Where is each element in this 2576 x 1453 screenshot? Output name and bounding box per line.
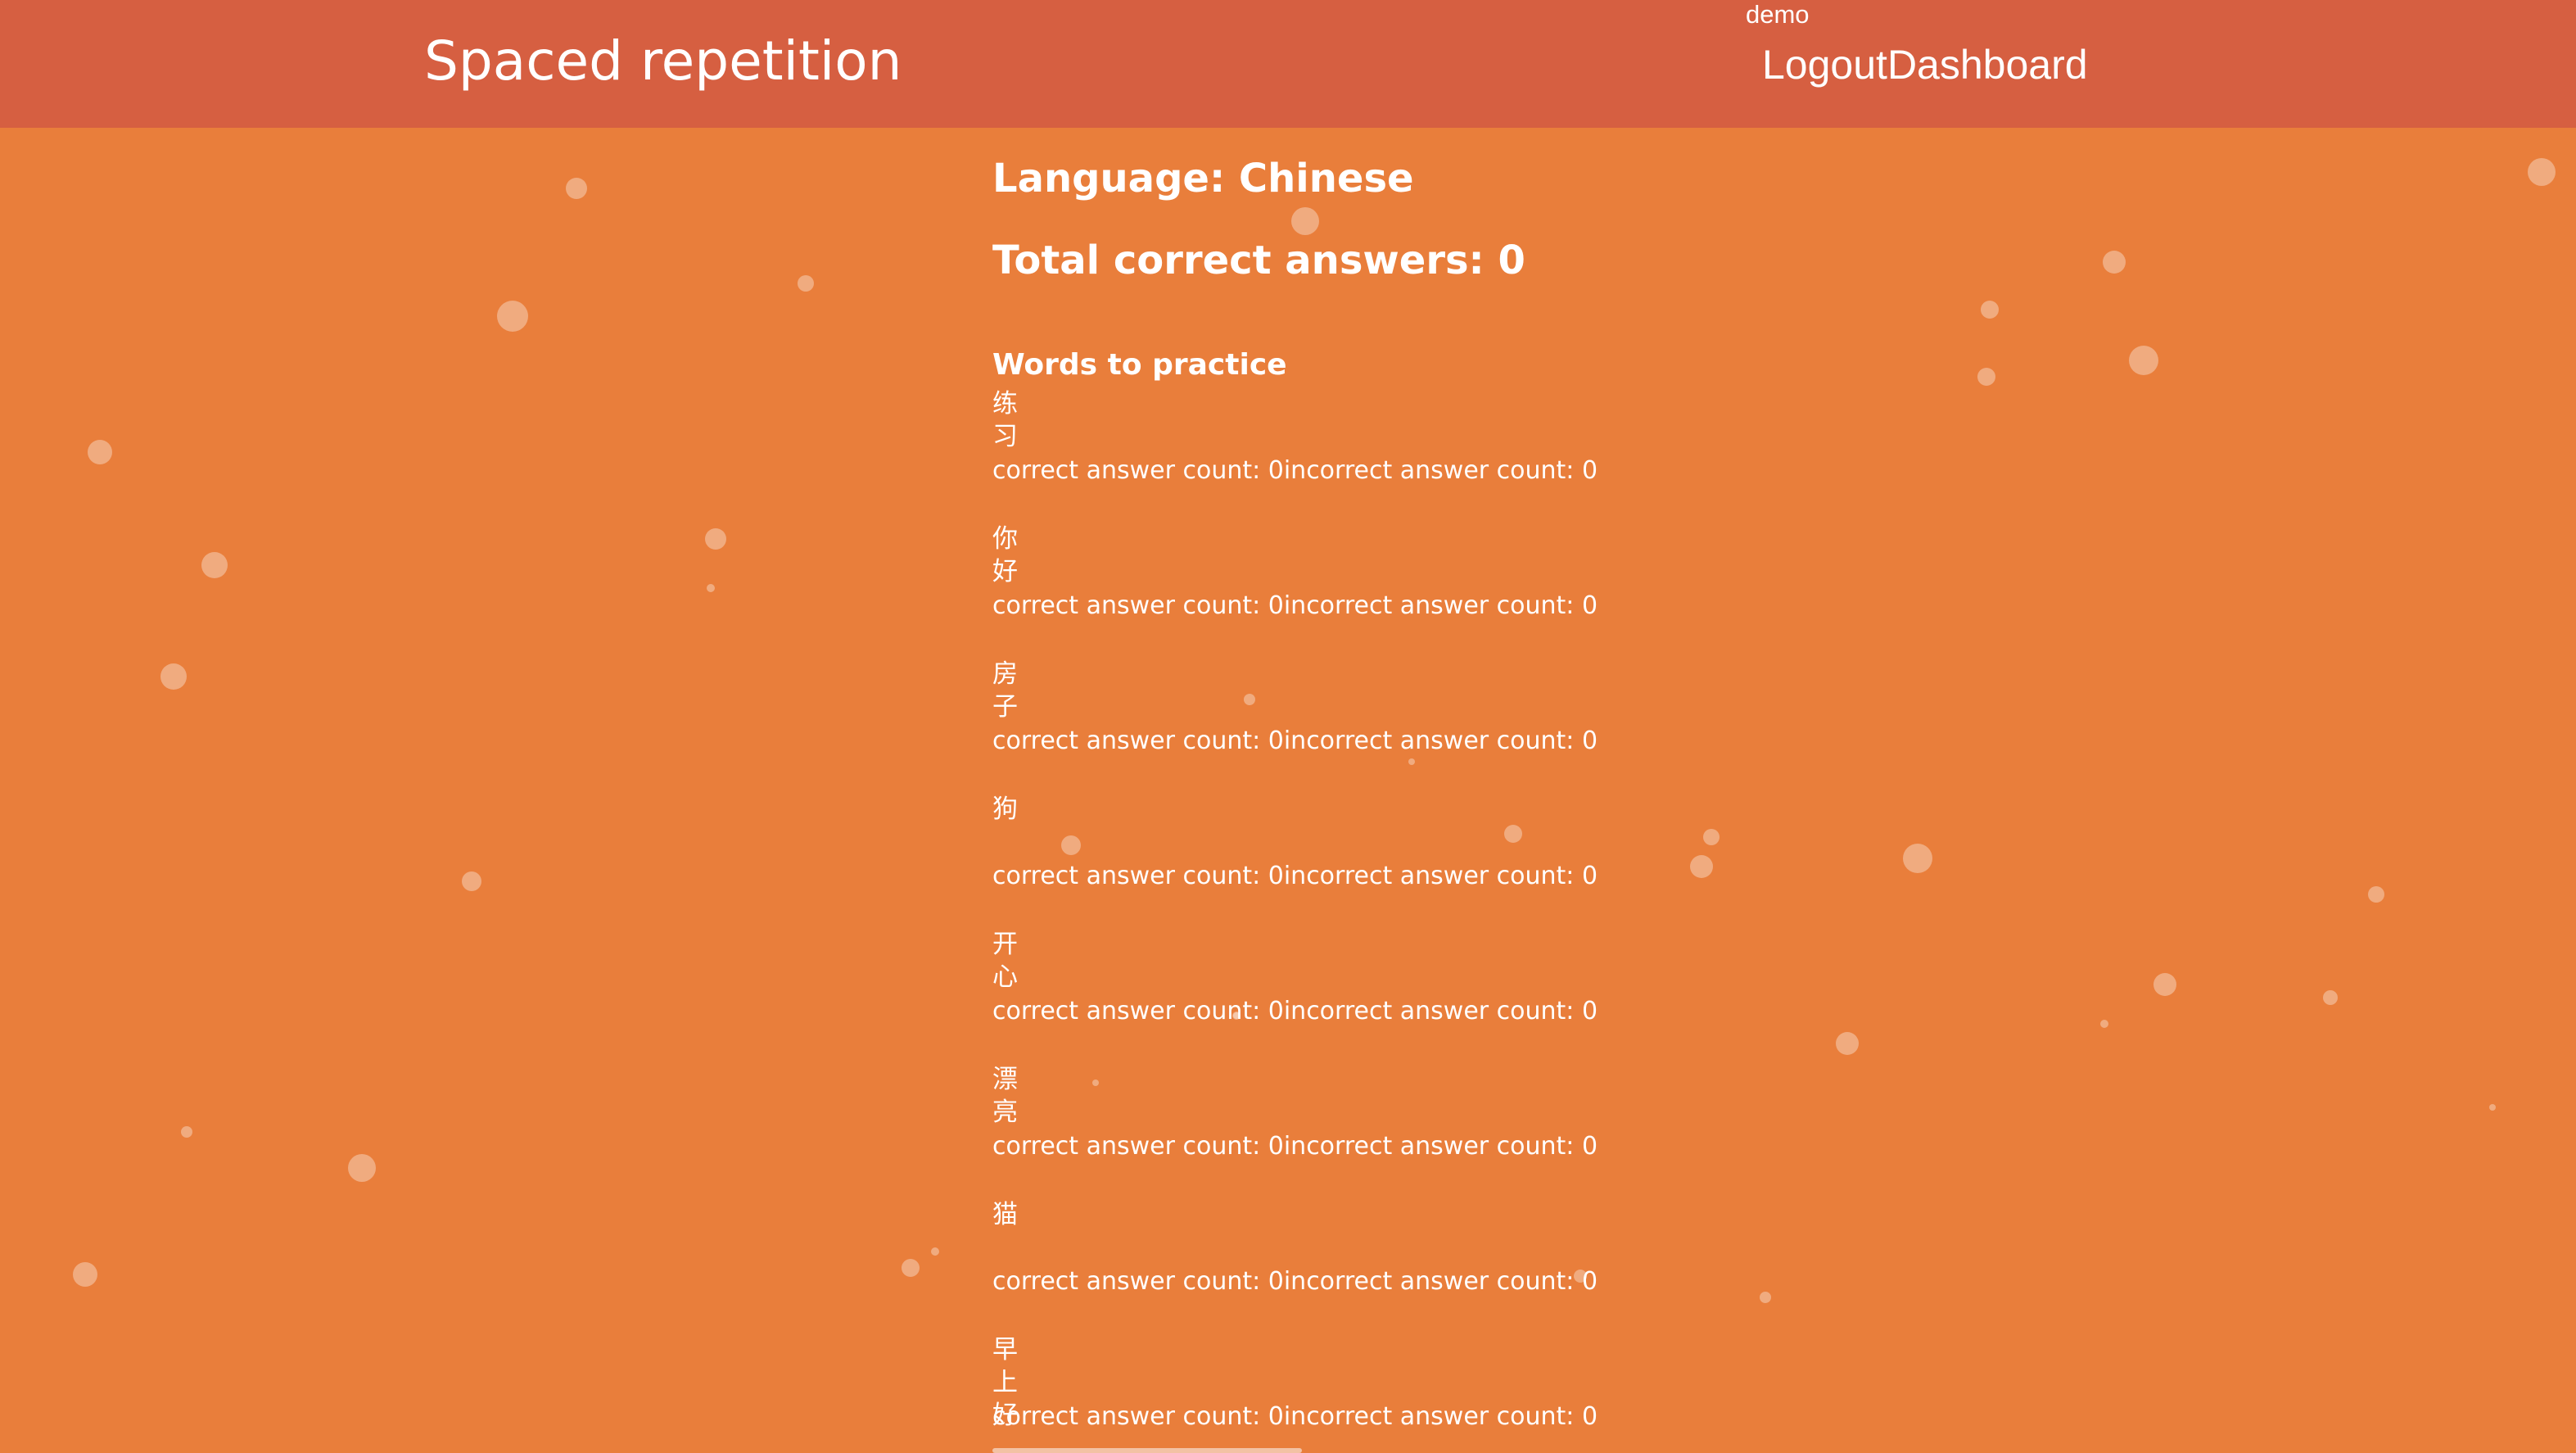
page: Spaced repetition demo Logout Dashboard … [0,0,2576,1453]
correct-count: correct answer count: 0 [992,456,1284,485]
background-particle [1244,694,1255,705]
correct-count: correct answer count: 0 [992,997,1284,1025]
incorrect-count: incorrect answer count: 0 [1283,1132,1598,1161]
background-particle [2323,990,2338,1005]
correct-count: correct answer count: 0 [992,726,1284,755]
word-text: 狗 [992,794,1018,824]
correct-count: correct answer count: 0 [992,862,1284,890]
dashboard-link[interactable]: Dashboard [1887,41,2088,88]
background-particle [160,663,187,690]
word-counts: correct answer count: 0incorrect answer … [992,1130,1598,1163]
nav-links: Logout Dashboard [1762,41,2088,88]
correct-count: correct answer count: 0 [992,591,1284,620]
background-particle [1504,825,1522,843]
background-particle [88,440,112,464]
incorrect-count: incorrect answer count: 0 [1283,726,1598,755]
word-text: 漂亮 [992,1065,1018,1127]
background-particle [705,528,726,550]
start-practice-button-edge[interactable] [992,1448,1302,1453]
dashboard-content: Language: Chinese Total correct answers:… [992,154,2057,1431]
incorrect-count: incorrect answer count: 0 [1283,997,1598,1025]
total-correct-heading: Total correct answers: 0 [992,238,1525,283]
username-label: demo [1746,0,1810,29]
correct-count: correct answer count: 0 [992,1402,1284,1431]
word-counts: correct answer count: 0incorrect answer … [992,455,1598,487]
background-particle [1291,207,1319,235]
background-particle [201,552,228,578]
background-particle [707,584,715,592]
word-counts: correct answer count: 0incorrect answer … [992,725,1598,758]
background-particle [2368,886,2384,903]
word-counts: correct answer count: 0incorrect answer … [992,1401,1598,1433]
background-particle [2489,1104,2496,1111]
background-particle [1408,758,1415,765]
background-particle [497,301,528,332]
background-particle [1703,829,1720,845]
word-counts: correct answer count: 0incorrect answer … [992,860,1598,893]
background-particle [1903,844,1932,873]
word-text: 你好 [992,524,1018,586]
incorrect-count: incorrect answer count: 0 [1283,1267,1598,1296]
background-particle [798,275,814,292]
word-text: 猫 [992,1200,1018,1229]
background-particle [462,871,481,891]
correct-count: correct answer count: 0 [992,1267,1284,1296]
background-particle [1690,855,1713,878]
word-text: 房子 [992,659,1018,722]
logout-link[interactable]: Logout [1762,41,1887,88]
background-particle [1092,1080,1099,1086]
background-particle [931,1247,939,1256]
background-particle [2129,346,2158,375]
background-particle [2103,251,2126,274]
word-text: 开心 [992,930,1018,992]
background-particle [1981,301,1999,319]
incorrect-count: incorrect answer count: 0 [1283,862,1598,890]
background-particle [181,1126,192,1138]
word-counts: correct answer count: 0incorrect answer … [992,590,1598,622]
brand-title[interactable]: Spaced repetition [424,29,902,93]
background-particle [1061,835,1081,855]
background-particle [1977,368,1995,386]
word-counts: correct answer count: 0incorrect answer … [992,995,1598,1028]
top-header: Spaced repetition demo Logout Dashboard [0,0,2576,128]
background-particle [348,1154,376,1182]
background-particle [566,178,587,199]
background-particle [902,1259,920,1277]
background-particle [2100,1020,2108,1028]
background-particle [2528,158,2556,186]
word-text: 练习 [992,389,1018,451]
language-heading: Language: Chinese [992,156,1414,201]
incorrect-count: incorrect answer count: 0 [1283,456,1598,485]
background-particle [2153,973,2176,996]
background-particle [1760,1292,1771,1303]
background-particle [73,1262,97,1287]
incorrect-count: incorrect answer count: 0 [1283,1402,1598,1431]
word-counts: correct answer count: 0incorrect answer … [992,1265,1598,1298]
correct-count: correct answer count: 0 [992,1132,1284,1161]
background-particle [1836,1032,1859,1055]
incorrect-count: incorrect answer count: 0 [1283,591,1598,620]
words-to-practice-heading: Words to practice [992,348,1287,382]
